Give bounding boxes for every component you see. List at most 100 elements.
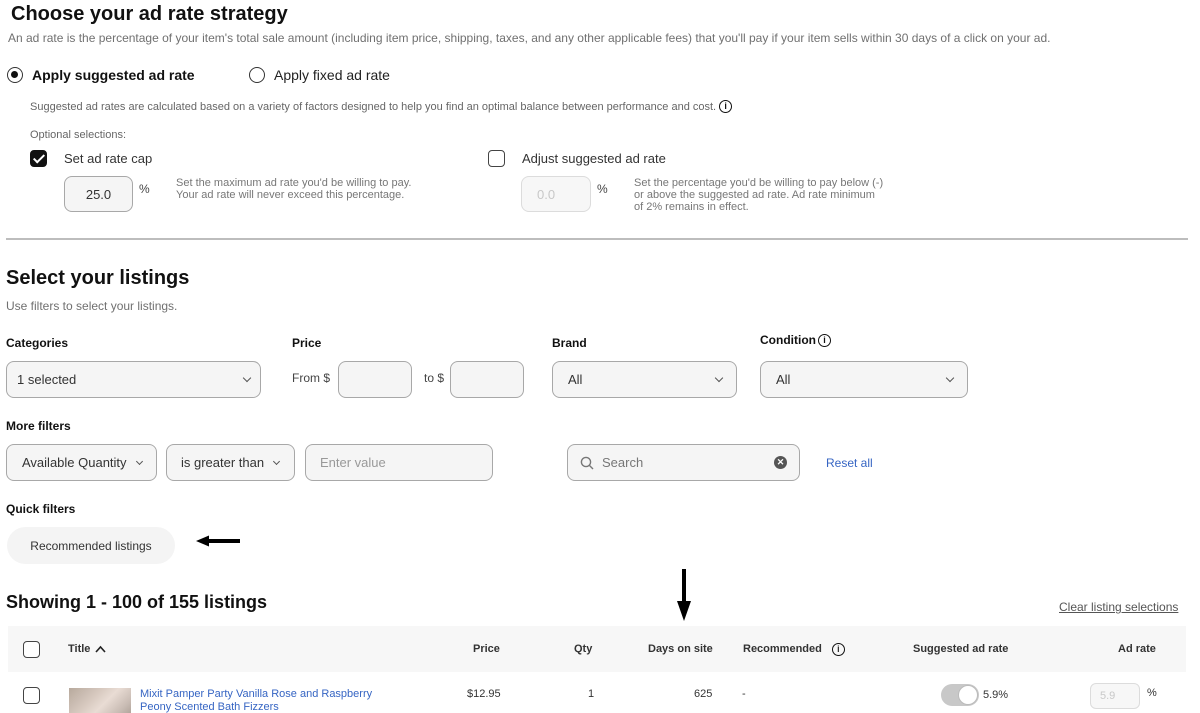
column-recommended-header[interactable]: Recommended i (743, 626, 845, 672)
search-placeholder: Search (602, 455, 644, 470)
listing-title-line: Peony Scented Bath Fizzers (140, 701, 279, 713)
price-to-label: to $ (424, 371, 445, 385)
ad-rate-input[interactable]: 5.9 (1090, 683, 1140, 709)
row-select-checkbox[interactable] (23, 687, 40, 704)
radio-unselected-icon[interactable] (249, 67, 265, 83)
ad-rate-cap-checkbox-row[interactable]: Set ad rate cap (30, 150, 152, 167)
info-icon[interactable]: i (831, 642, 845, 656)
radio-fixed-ad-rate[interactable]: Apply fixed ad rate (249, 67, 390, 83)
column-days-header[interactable]: Days on site (648, 626, 713, 672)
listings-description: Use filters to select your listings. (6, 299, 178, 313)
select-all-cell[interactable] (23, 626, 40, 672)
quick-filters-label: Quick filters (6, 502, 76, 516)
annotation-arrow-left-icon (196, 535, 240, 547)
table-header: Title Price Qty Days on site Recommended… (8, 626, 1186, 672)
ad-rate-cap-help-line: Set the maximum ad rate you'd be willing… (176, 177, 412, 189)
listing-recommended: - (742, 688, 746, 700)
categories-value: 1 selected (17, 372, 77, 387)
adjust-rate-help-line: Set the percentage you'd be willing to p… (634, 177, 884, 189)
condition-label-row: Condition i (760, 333, 831, 347)
brand-value: All (568, 372, 583, 387)
adjust-rate-input[interactable]: 0.0 (521, 176, 591, 212)
ad-rate-cap-label: Set ad rate cap (64, 151, 153, 166)
column-price-label: Price (473, 643, 500, 655)
adjust-rate-unit: % (597, 182, 608, 196)
filter-operator-value: is greater than (181, 455, 265, 470)
more-filters-label: More filters (6, 419, 71, 433)
adjust-rate-help-line: or above the suggested ad rate. Ad rate … (634, 189, 875, 201)
price-from-input[interactable] (338, 361, 412, 398)
listing-price: $12.95 (467, 688, 501, 700)
listing-title-line: Mixit Pamper Party Vanilla Rose and Rasp… (140, 688, 373, 700)
listing-qty: 1 (588, 688, 595, 700)
clear-search-icon[interactable]: ✕ (774, 456, 787, 469)
adjust-rate-help-line: of 2% remains in effect. (634, 201, 749, 213)
search-input[interactable]: Search ✕ (567, 444, 800, 481)
ad-rate-cap-checkbox[interactable] (30, 150, 47, 167)
chevron-down-icon (242, 373, 252, 383)
radio-fixed-label: Apply fixed ad rate (274, 67, 390, 83)
chevron-down-icon (714, 373, 724, 383)
radio-selected-icon[interactable] (7, 67, 23, 83)
adjust-rate-help: Set the percentage you'd be willing to p… (634, 177, 883, 213)
info-icon[interactable]: i (719, 100, 733, 113)
brand-dropdown[interactable]: All (552, 361, 737, 398)
suggested-note-text: Suggested ad rates are calculated based … (30, 100, 717, 113)
annotation-arrow-down-icon (677, 569, 691, 621)
adjust-rate-checkbox[interactable] (488, 150, 505, 167)
sort-ascending-icon[interactable] (95, 645, 107, 653)
toggle-knob (958, 685, 978, 705)
radio-suggested-ad-rate[interactable]: Apply suggested ad rate (7, 67, 195, 83)
column-ad-rate-header[interactable]: Ad rate (1118, 626, 1156, 672)
adjust-rate-checkbox-row[interactable]: Adjust suggested ad rate (488, 150, 666, 167)
brand-label: Brand (552, 336, 587, 350)
listing-thumbnail[interactable] (69, 688, 131, 713)
showing-count: Showing 1 - 100 of 155 listings (6, 592, 268, 612)
ad-rate-cap-unit: % (139, 182, 150, 196)
column-title-label: Title (68, 643, 91, 655)
ad-rate-cap-input[interactable]: 25.0 (64, 176, 133, 212)
listings-title: Select your listings (6, 267, 190, 289)
filter-value-input[interactable]: Enter value (305, 444, 493, 481)
filter-value-placeholder: Enter value (320, 455, 386, 470)
adjust-rate-value: 0.0 (537, 186, 556, 202)
select-all-checkbox[interactable] (23, 640, 40, 658)
clear-listing-selections-link[interactable]: Clear listing selections (1059, 600, 1178, 614)
chevron-down-icon (945, 373, 955, 383)
radio-suggested-label: Apply suggested ad rate (32, 67, 195, 83)
ad-rate-cap-help-line: Your ad rate will never exceed this perc… (176, 189, 405, 201)
chevron-down-icon (135, 457, 143, 465)
suggested-note: Suggested ad rates are calculated based … (30, 100, 733, 113)
suggested-rate-value: 5.9% (983, 689, 1009, 701)
filter-field-value: Available Quantity (22, 455, 127, 470)
listing-title-link[interactable]: Mixit Pamper Party Vanilla Rose and Rasp… (140, 688, 372, 713)
categories-dropdown[interactable]: 1 selected (6, 361, 261, 398)
column-qty-header[interactable]: Qty (574, 626, 592, 672)
strategy-description: An ad rate is the percentage of your ite… (8, 31, 1051, 45)
strategy-title: Choose your ad rate strategy (11, 3, 288, 25)
column-recommended-label: Recommended (743, 643, 822, 655)
ad-rate-value: 5.9 (1100, 690, 1116, 702)
condition-dropdown[interactable]: All (760, 361, 968, 398)
recommended-listings-chip[interactable]: Recommended listings (7, 527, 175, 564)
price-label: Price (292, 336, 322, 350)
table-row[interactable]: Mixit Pamper Party Vanilla Rose and Rasp… (8, 672, 1186, 713)
column-price-header[interactable]: Price (473, 626, 500, 672)
price-to-input[interactable] (450, 361, 524, 398)
info-icon[interactable]: i (817, 333, 831, 347)
price-from-label: From $ (292, 371, 331, 385)
adjust-rate-label: Adjust suggested ad rate (522, 151, 666, 166)
column-days-label: Days on site (648, 643, 713, 655)
ad-rate-cap-value: 25.0 (85, 186, 112, 202)
recommended-listings-chip-label: Recommended listings (30, 538, 152, 553)
search-icon (580, 456, 594, 469)
listing-days-on-site: 625 (694, 688, 713, 700)
suggested-rate-toggle[interactable] (941, 684, 979, 706)
column-suggested-header[interactable]: Suggested ad rate (913, 626, 1008, 672)
filter-operator-dropdown[interactable]: is greater than (166, 444, 295, 481)
condition-label: Condition (760, 333, 816, 347)
column-title-header[interactable]: Title (68, 626, 107, 672)
ad-rate-unit: % (1147, 687, 1157, 699)
reset-all-link[interactable]: Reset all (826, 456, 873, 470)
filter-field-dropdown[interactable]: Available Quantity (6, 444, 157, 481)
